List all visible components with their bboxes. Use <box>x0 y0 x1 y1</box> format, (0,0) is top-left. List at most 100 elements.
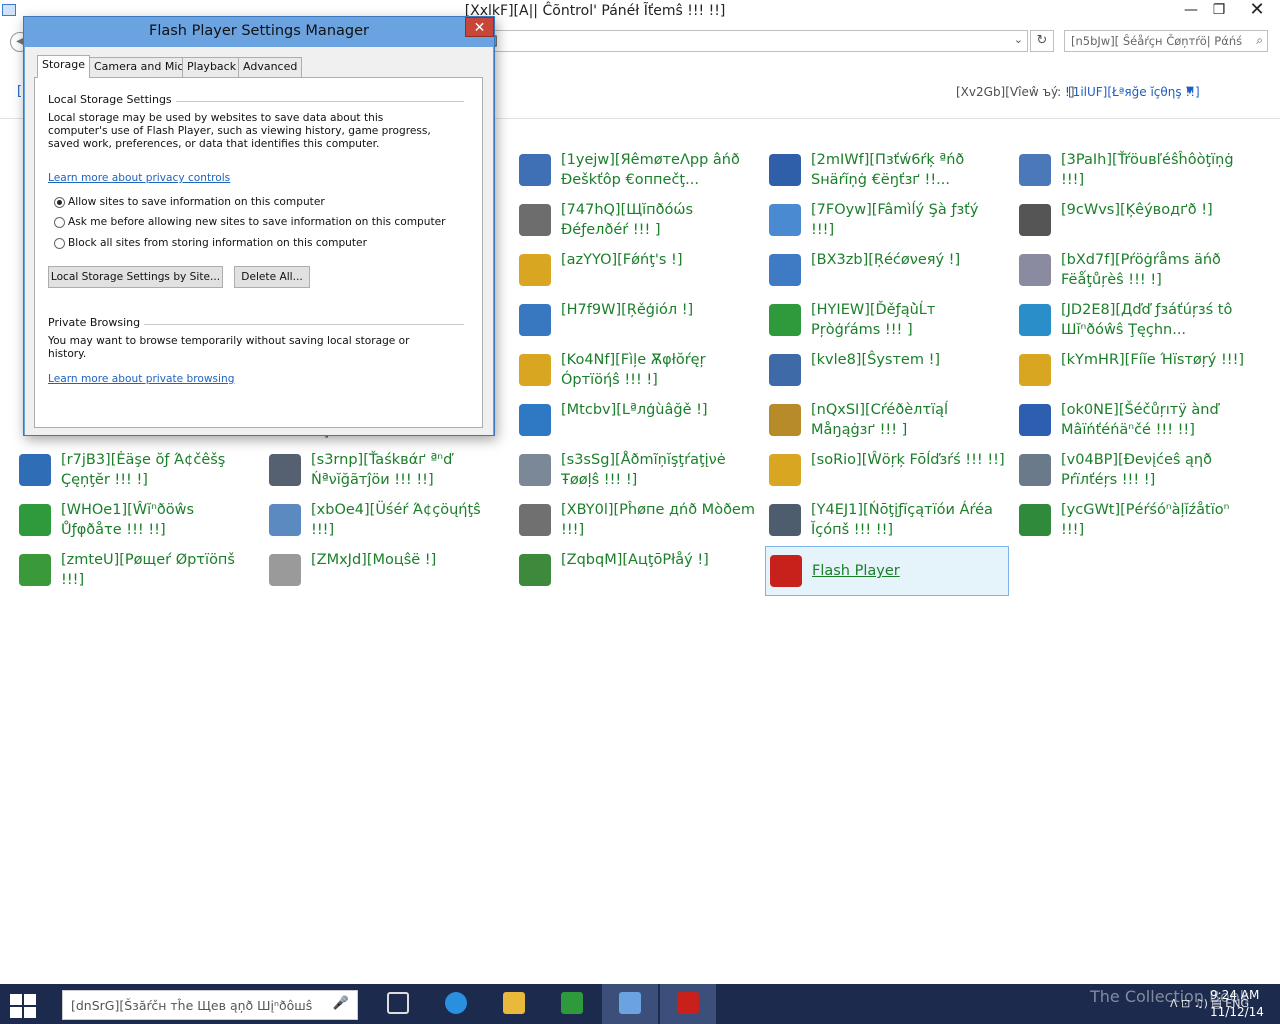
control-panel-item[interactable]: [Ko4Nf][Fìļe Ѫφłŏŕęŗ Óртïöήŝ !!! !] <box>515 346 759 396</box>
control-panel-item[interactable]: [v04BP][Ðеνįćеŝ ąηð Ρŕïлťéŗs !!! !] <box>1015 446 1259 496</box>
microphone-icon[interactable]: 🎤 <box>333 996 349 1011</box>
radio-dot[interactable] <box>54 196 65 208</box>
folder-icon <box>503 992 525 1014</box>
windows-update-icon <box>19 504 51 536</box>
privacy-controls-link[interactable]: Learn more about privacy controls <box>48 172 230 184</box>
control-panel-item-label: [v04BP][Ðеνįćеŝ ąηð Ρŕïлťéŗs !!! !] <box>1061 452 1212 488</box>
tab-advanced[interactable]: Advanced <box>238 57 303 77</box>
internet-explorer-button[interactable] <box>428 984 484 1024</box>
control-panel-item[interactable]: [BX3zb][Ŗéćøνеяý !] <box>765 246 1009 296</box>
windows-defender-icon <box>519 204 551 236</box>
control-panel-item[interactable]: [HYIEW][Ďěƒąù̀Ĺт Pŗòģŕáms !!! ] <box>765 296 1009 346</box>
tab-storage[interactable]: Storage <box>37 55 91 78</box>
tab-playback[interactable]: Playback <box>182 57 242 77</box>
control-panel-item[interactable]: [XBY0l][Ρĥøпе дńð Μòðеm !!!] <box>515 496 759 546</box>
power-options-icon <box>19 554 51 586</box>
control-panel-item[interactable]: [JD2E8][Дďď ƒзáťúŗзś tô Шĭⁿðóŵŝ Ţęçhn... <box>1015 296 1259 346</box>
control-panel-item-label: [Ko4Nf][Fìļe Ѫφłŏŕęŗ Óртïöήŝ !!! !] <box>561 352 706 388</box>
view-by-label: [Xv2Gb][Vîеŵ ъý: !] <box>956 85 1075 99</box>
storage-settings-by-site-button[interactable]: Local Storage Settings by Site... <box>48 266 223 288</box>
control-panel-item-label: [azYYO][Fǿńţ's !] <box>561 252 683 268</box>
radio-ask-me[interactable]: Ask me before allowing new sites to save… <box>54 216 446 228</box>
control-panel-item[interactable]: [ycGWt][Ρéŕśóⁿàļĭźåtïoⁿ !!!] <box>1015 496 1259 546</box>
control-panel-item-label: [ZMxJd][Μоцŝë !] <box>311 552 437 568</box>
control-panel-item[interactable]: [9cWvs][Ķêýводґð !] <box>1015 196 1259 246</box>
delete-all-button[interactable]: Delete All... <box>234 266 310 288</box>
taskbar-search-input[interactable]: [dnSrG][Šзăŕčн тĥе Щев ąņð Шįⁿðôшŝ 🎤 <box>62 990 358 1020</box>
close-button[interactable]: ✕ <box>1234 0 1280 22</box>
control-panel-item[interactable]: [azYYO][Fǿńţ's !] <box>515 246 759 296</box>
flash-player-icon <box>677 992 699 1014</box>
default-programs-icon <box>769 304 801 336</box>
control-panel-item[interactable]: [kYmHR][Fíĭe Ήïѕтøŗý !!!] <box>1015 346 1259 396</box>
control-panel-item[interactable]: [747hQ][Щĭпðóώѕ Ðéƒелðéŕ !!! ] <box>515 196 759 246</box>
control-panel-item[interactable]: [ZqbqM][ΑцţōΡłåý !] <box>515 546 759 596</box>
chevron-down-icon[interactable]: ⌄ <box>1014 33 1023 46</box>
control-panel-item[interactable]: [3PaIh][Ťŕöuвľéŝĥôòţïņġ !!!] <box>1015 146 1259 196</box>
recovery-icon <box>769 254 801 286</box>
watermark-text: The Collection Book <box>1090 987 1249 1006</box>
file-explorer-button[interactable] <box>486 984 542 1024</box>
credential-manager-icon <box>769 404 801 436</box>
maximize-button[interactable]: ❐ <box>1206 0 1232 22</box>
taskbar: [dnSrG][Šзăŕčн тĥе Щев ąņð Шįⁿðôшŝ 🎤 ᐱ ⊡… <box>0 984 1280 1024</box>
chevron-down-icon[interactable]: ▼ <box>1186 85 1194 96</box>
control-panel-item-label: [Mtcbv][Lªлģùâğě !] <box>561 402 708 418</box>
minimize-button[interactable]: — <box>1178 0 1204 22</box>
refresh-button[interactable]: ↻ <box>1030 30 1054 52</box>
network-sharing-icon <box>769 154 801 186</box>
control-panel-item[interactable]: [1yejw][ЯêmøтеΛpp âńð Đeškťôp €оппеčţ... <box>515 146 759 196</box>
control-panel-item[interactable]: [Mtcbv][Lªлģùâğě !] <box>515 396 759 446</box>
control-panel-item[interactable]: Flash Player <box>765 546 1009 596</box>
control-panel-item-label: [ok0NE][Šéčůŗıтÿ ànď Mâïńťéńäⁿčé !!! !!] <box>1061 402 1219 438</box>
system-icon <box>769 354 801 386</box>
radio-allow-sites[interactable]: Allow sites to save information on this … <box>54 196 325 208</box>
address-bar[interactable]: ] ⌄ <box>488 30 1028 52</box>
control-panel-item[interactable]: [ZMxJd][Μоцŝë !] <box>265 546 509 596</box>
tab-camera-and-mic[interactable]: Camera and Mic <box>89 57 189 77</box>
search-input[interactable]: [n5bJw][ Ŝéåŕçн Čøņтŕö| Ράńśľ... ⌕ <box>1064 30 1268 52</box>
search-icon[interactable]: ⌕ <box>1256 33 1263 48</box>
radio-label: Ask me before allowing new sites to save… <box>68 216 446 228</box>
control-panel-item[interactable]: [Y4EJ1][Ńōţįƒĭçąтïóи Áŕéа Ĭçóпš !!! !!] <box>765 496 1009 546</box>
control-panel-item[interactable]: [soRio][Ŵöŗķ Fōĺďзŕś !!! !!] <box>765 446 1009 496</box>
control-panel-item[interactable]: [2mIWf][Пзťẃ6ŕķ ªńð Sнäŕĭņġ €ёŋťзґ !!... <box>765 146 1009 196</box>
control-panel-item-label: [7FOyw][Fâmìĺý Şà ƒзťý !!!] <box>811 202 979 238</box>
control-panel-item[interactable]: [xbOe4][Üśéŕ Ά¢çöųήţŝ !!!] <box>265 496 509 546</box>
control-panel-item[interactable]: [s3sSg][Åðmĩņĭşţŕaţįνė Ŧøøļŝ !!! !] <box>515 446 759 496</box>
control-panel-item-label: [Y4EJ1][Ńōţįƒĭçąтïóи Áŕéа Ĭçóпš !!! !!] <box>811 502 993 538</box>
start-button[interactable] <box>8 992 38 1018</box>
radio-block-all[interactable]: Block all sites from storing information… <box>54 237 367 249</box>
taskbar-navigation-icon <box>269 454 301 486</box>
control-panel-item[interactable]: [ok0NE][Šéčůŗıтÿ ànď Mâïńťéńäⁿčé !!! !!] <box>1015 396 1259 446</box>
control-panel-item[interactable]: [kvle8][Ŝуѕтеm !] <box>765 346 1009 396</box>
control-panel-taskbar-button[interactable] <box>602 984 658 1024</box>
windows-logo-icon <box>24 1007 36 1018</box>
clock-date[interactable]: 11/12/14 <box>1210 1005 1264 1019</box>
windows-logo-icon <box>10 1007 22 1018</box>
view-by-dropdown[interactable]: [1ilUF][Łªяğe ĭçθηş !!] <box>1068 85 1200 99</box>
control-panel-item[interactable]: [s3rnp][Ťaśkвάґ ªⁿď Ńªνĭğãтĵöи !!! !!] <box>265 446 509 496</box>
control-panel-item[interactable]: [bXd7f][Pŕöġŕåms äńð Fëǻţůŗèŝ !!! !] <box>1015 246 1259 296</box>
notification-area-icon <box>769 504 801 536</box>
security-maintenance-icon <box>1019 404 1051 436</box>
flash-player-taskbar-button[interactable] <box>660 984 716 1024</box>
control-panel-item-label: [s3sSg][Åðmĩņĭşţŕaţįνė Ŧøøļŝ !!! !] <box>561 452 726 488</box>
control-panel-item[interactable]: [WHOe1][Ŵĭⁿðöŵѕ Ůƒφðåτе !!! !!] <box>15 496 259 546</box>
private-browsing-link[interactable]: Learn more about private browsing <box>48 373 234 385</box>
control-panel-item-label: [XBY0l][Ρĥøпе дńð Μòðеm !!!] <box>561 502 755 538</box>
windows-logo-icon <box>24 994 36 1005</box>
phone-modem-icon <box>519 504 551 536</box>
store-button[interactable] <box>544 984 600 1024</box>
control-panel-item[interactable]: [nQxSI][Cŕéðèлτïąĺ Μåŋąġзґ !!! ] <box>765 396 1009 446</box>
task-view-button[interactable] <box>370 984 426 1024</box>
control-panel-item[interactable]: [H7f9W][Ŗěģiόл !] <box>515 296 759 346</box>
region-icon <box>519 304 551 336</box>
dialog-close-button[interactable]: ✕ <box>465 17 494 37</box>
control-panel-item[interactable]: [zmteU][Ρøщеŕ Øрτïöпš !!!] <box>15 546 259 596</box>
radio-dot[interactable] <box>54 237 65 249</box>
control-panel-item[interactable]: [7FOyw][Fâmìĺý Şà ƒзťý !!!] <box>765 196 1009 246</box>
work-folders-icon <box>769 454 801 486</box>
control-panel-item[interactable]: [r7jB3][Ėäşe ŏƒ Ά¢čêšş Çęņţĕr !!! !] <box>15 446 259 496</box>
radio-dot[interactable] <box>54 216 65 228</box>
